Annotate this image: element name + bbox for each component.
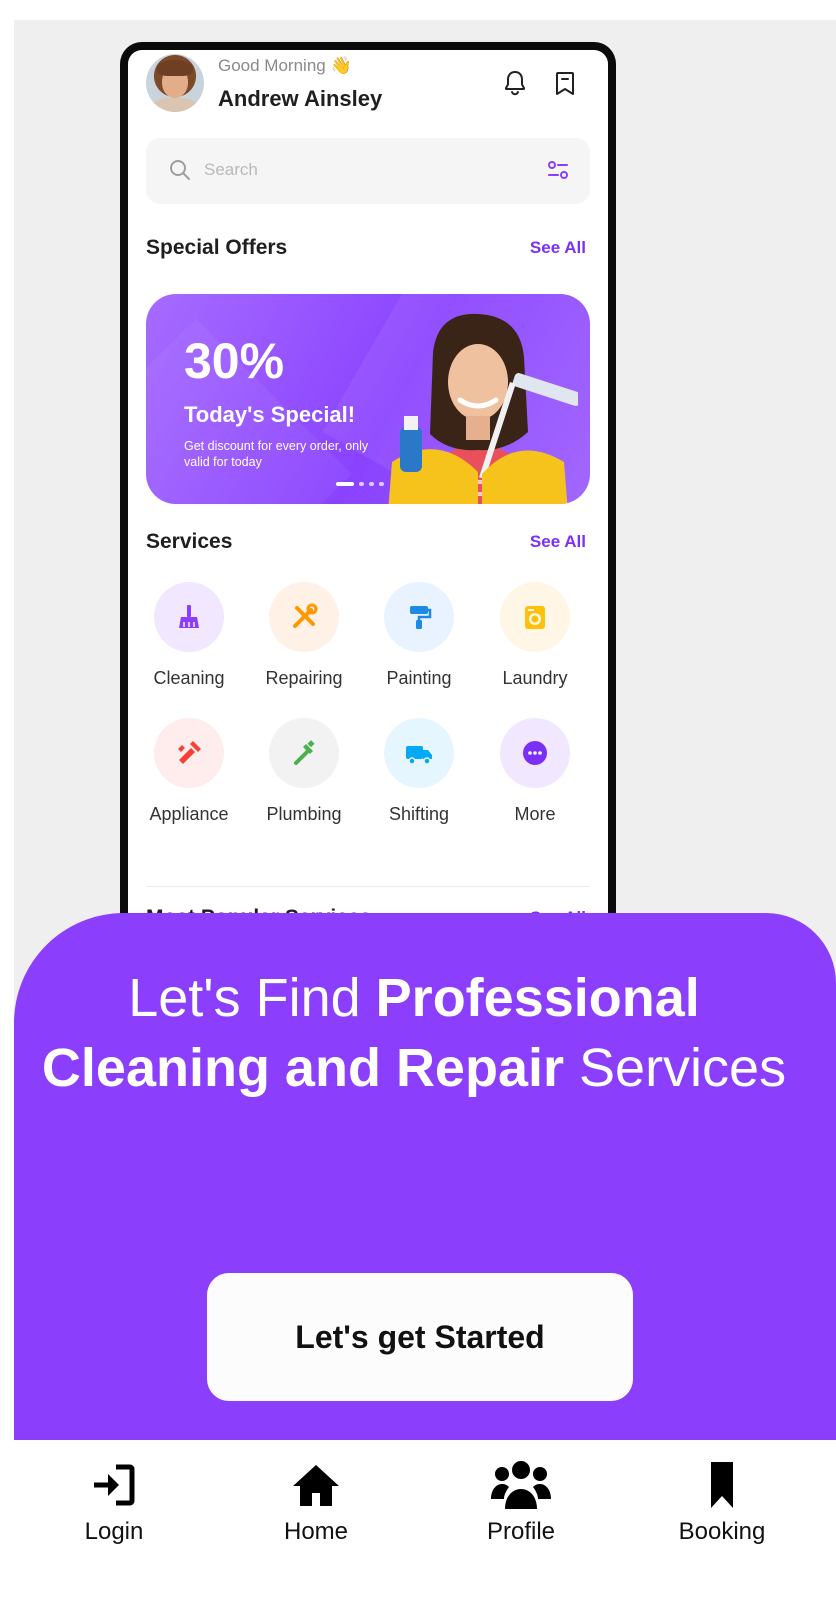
service-painting[interactable]: Painting [364,582,474,689]
greeting-text: Good Morning 👋 [218,56,352,75]
get-started-button[interactable]: Let's get Started [207,1273,633,1401]
nav-item-home[interactable]: Home [236,1458,396,1546]
filter-icon[interactable] [546,158,570,187]
service-shifting[interactable]: Shifting [364,718,474,825]
tools-icon [269,582,339,652]
special-offers-title: Special Offers [146,236,288,259]
nav-item-login[interactable]: Login [34,1458,194,1546]
nav-label: Booking [678,1518,766,1545]
service-label: Repairing [265,668,343,688]
washing-machine-icon [500,582,570,652]
carousel-dots[interactable] [336,482,384,486]
more-icon [500,718,570,788]
phone-mockup: Good Morning 👋 Andrew Ainsley Search Spe… [120,42,616,942]
headline: Let's Find Professional Cleaning and Rep… [14,963,814,1103]
service-label: Plumbing [266,804,342,824]
avatar[interactable] [146,54,204,112]
service-label: Painting [386,668,452,688]
bottom-nav: Login Home Profile Booking [14,1440,836,1600]
service-more[interactable]: More [480,718,590,825]
service-laundry[interactable]: Laundry [480,582,590,689]
nav-label: Home [283,1518,349,1545]
services-title: Services [146,530,233,553]
divider [146,886,590,887]
service-appliance[interactable]: Appliance [134,718,244,825]
bookmark-icon [642,1458,802,1512]
offer-title: Today's Special! [184,402,356,427]
appliance-icon [154,718,224,788]
service-cleaning[interactable]: Cleaning [134,582,244,689]
special-offers-see-all-link[interactable]: See All [530,238,586,258]
truck-icon [384,718,454,788]
bell-icon[interactable] [500,66,530,100]
cleaning-woman-image [388,313,578,504]
nav-label: Login [84,1518,144,1545]
offer-percent: 30% [184,333,285,389]
headline-regular-2: Services [564,1038,787,1098]
special-offer-banner[interactable]: 30% Today's Special! Get discount for ev… [146,294,590,504]
headline-bold-1: Professional [375,968,700,1028]
service-label: Cleaning [153,668,225,688]
service-label: Appliance [149,804,229,824]
users-icon [441,1458,601,1512]
paint-roller-icon [384,582,454,652]
service-label: More [514,804,556,824]
nav-item-booking[interactable]: Booking [642,1458,802,1546]
home-icon [236,1458,396,1512]
headline-bold-2: Cleaning and Repair [41,1038,565,1098]
service-repairing[interactable]: Repairing [249,582,359,689]
search-bar[interactable]: Search [146,138,590,204]
nav-label: Profile [486,1518,556,1545]
onboarding-panel: Let's Find Professional Cleaning and Rep… [14,913,836,1440]
service-plumbing[interactable]: Plumbing [249,718,359,825]
broom-icon [154,582,224,652]
service-label: Laundry [502,668,568,688]
services-see-all-link[interactable]: See All [530,532,586,552]
screen-background: Good Morning 👋 Andrew Ainsley Search Spe… [14,20,836,1440]
bookmark-outline-icon[interactable] [550,66,580,100]
service-label: Shifting [388,804,450,824]
search-input[interactable]: Search [204,160,258,180]
offer-description: Get discount for every order, only valid… [184,439,369,469]
wrench-icon [269,718,339,788]
nav-item-profile[interactable]: Profile [441,1458,601,1546]
login-icon [34,1458,194,1512]
user-name: Andrew Ainsley [218,86,383,111]
headline-regular-1: Let's Find [128,968,376,1028]
search-icon [168,158,192,187]
